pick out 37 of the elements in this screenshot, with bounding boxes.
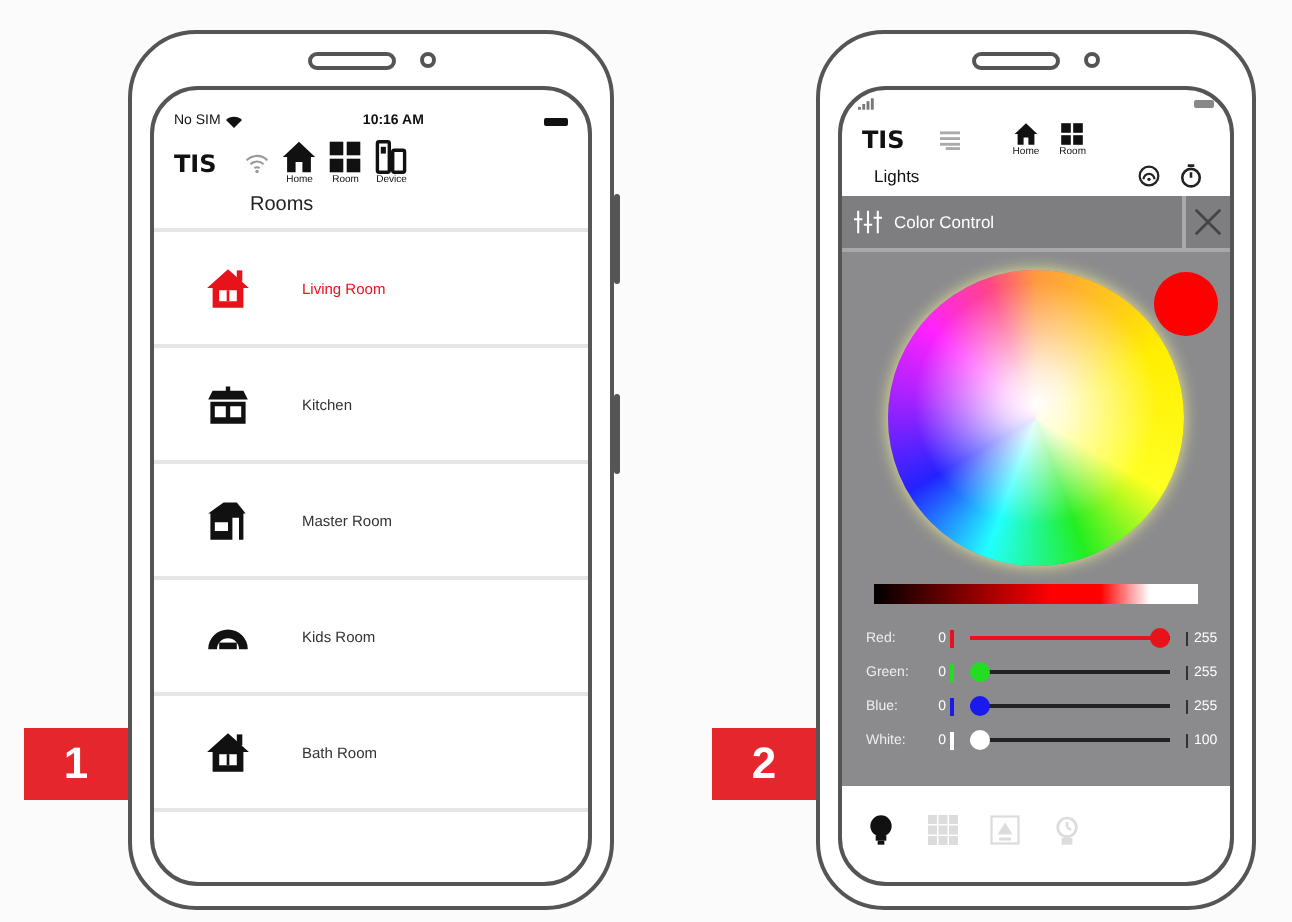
camera-dot bbox=[419, 52, 435, 68]
list-icon bbox=[940, 130, 961, 150]
page-title: Rooms bbox=[248, 192, 316, 220]
app-logo: TIS bbox=[862, 126, 905, 154]
stopwatch-icon bbox=[1052, 814, 1082, 846]
section-label: Lights bbox=[874, 166, 920, 186]
signal-icon bbox=[858, 98, 878, 110]
app-logo: TIS bbox=[174, 149, 217, 177]
speaker-slot bbox=[972, 51, 1060, 69]
grid-icon bbox=[328, 140, 363, 174]
house-icon bbox=[282, 140, 317, 174]
wifi-icon bbox=[244, 152, 271, 174]
panel-title-text: Color Control bbox=[894, 212, 997, 232]
sliders-icon bbox=[854, 210, 882, 234]
house-icon bbox=[206, 730, 250, 774]
camera-dot bbox=[1084, 52, 1100, 68]
house-icon bbox=[1013, 122, 1038, 146]
step-number: 1 bbox=[24, 728, 128, 800]
scene-icon bbox=[990, 814, 1020, 846]
close-icon bbox=[1194, 208, 1222, 236]
grid-icon bbox=[928, 814, 958, 846]
battery-icon bbox=[543, 117, 568, 125]
tab-button[interactable] bbox=[866, 814, 896, 846]
brightness-bar[interactable] bbox=[874, 584, 1198, 604]
barn-icon bbox=[206, 498, 250, 542]
battery-icon bbox=[1194, 100, 1214, 108]
building-icon bbox=[206, 382, 250, 426]
gauge-icon[interactable] bbox=[1138, 164, 1160, 188]
device-icon bbox=[374, 140, 409, 174]
step-number: 2 bbox=[712, 728, 816, 800]
grid-icon bbox=[1060, 122, 1085, 146]
wifi-icon bbox=[226, 115, 243, 127]
color-preview bbox=[1154, 272, 1218, 336]
bulb-icon bbox=[866, 814, 896, 846]
speaker-slot bbox=[307, 51, 395, 69]
stopwatch-icon[interactable] bbox=[1180, 164, 1202, 188]
house-icon bbox=[206, 266, 250, 310]
